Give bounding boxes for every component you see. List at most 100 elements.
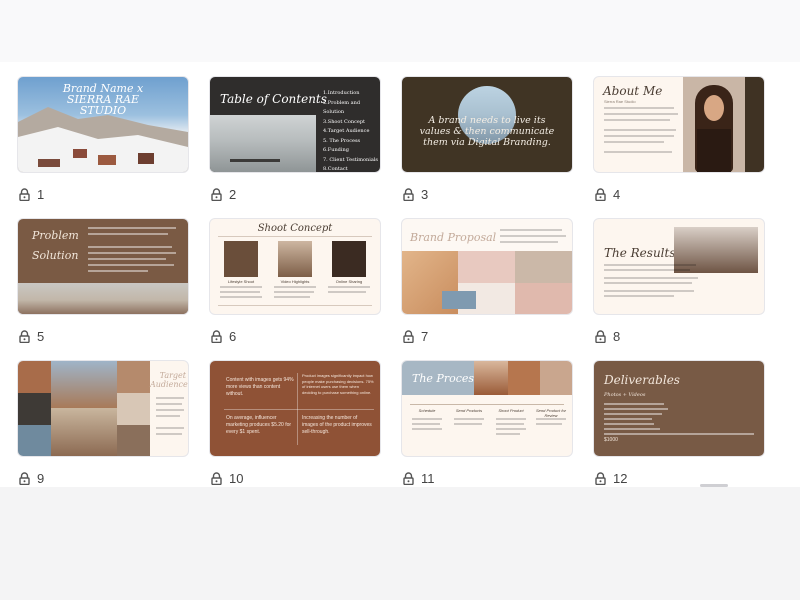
slide-card-9[interactable]: Target Audience 9 [17, 360, 189, 490]
slide-card-6[interactable]: Shoot Concept Lifestyle Shoot Video High… [209, 218, 381, 348]
toc-item: 6.Funding [323, 147, 349, 153]
slide-card-2[interactable]: Table of Contents 1.Introduction 2.Probl… [209, 76, 381, 206]
toc-item: 4.Target Audience [323, 128, 370, 134]
slide-title: Problem [32, 229, 79, 242]
toc-item: 5. The Process [323, 137, 361, 144]
collage-photo [18, 393, 51, 425]
lock-icon [209, 471, 223, 485]
slide-number: 2 [229, 186, 237, 202]
slide-thumbnail[interactable]: Table of Contents 1.Introduction 2.Probl… [209, 76, 381, 173]
stat-text: Product images significantly impact how … [302, 373, 374, 395]
slide-thumbnail[interactable]: Deliverables Photos + Videos $1000 [593, 360, 765, 457]
column-label: Lifestyle Shoot [227, 279, 255, 284]
slide-number: 11 [421, 470, 435, 486]
slide-thumbnail[interactable]: About Me Sierra Rae Studio [593, 76, 765, 173]
collage-photo [18, 425, 51, 456]
stat-text: Increasing the number of images of the p… [302, 415, 372, 435]
product-photo [674, 227, 758, 273]
slide-number: 5 [37, 328, 45, 344]
collage-photo [508, 361, 540, 395]
slide-card-5[interactable]: Problem Solution 5 [17, 218, 189, 348]
slide-card-11[interactable]: The Process Schedule Send Products Shoot… [401, 360, 573, 490]
portrait-photo [683, 77, 745, 172]
slide-thumbnail[interactable]: Target Audience [17, 360, 189, 457]
slide-title-2: Audience [150, 380, 188, 389]
collage-photo [117, 361, 150, 393]
collage-photo [458, 251, 515, 283]
step-label: Send Product for Review [535, 408, 567, 418]
slide-thumbnail[interactable]: Shoot Concept Lifestyle Shoot Video High… [209, 218, 381, 315]
slide-card-10[interactable]: Content with images gets 94% more views … [209, 360, 381, 490]
lock-icon [593, 471, 607, 485]
lock-icon [593, 187, 607, 201]
slide-thumbnail[interactable]: Content with images gets 94% more views … [209, 360, 381, 457]
collage-photo [51, 408, 117, 456]
slide-card-7[interactable]: Brand Proposal 7 [401, 218, 573, 348]
collage-photo [515, 251, 572, 283]
lock-icon [401, 329, 415, 343]
top-bar [0, 0, 800, 62]
slide-title: Shoot Concept [257, 223, 333, 234]
desert-photo [18, 283, 188, 314]
slide-number: 7 [421, 328, 429, 344]
slide-number: 1 [37, 186, 45, 202]
slide-card-3[interactable]: A brand needs to live its values & then … [401, 76, 573, 206]
price-text: $1000 [604, 437, 618, 443]
slide-thumbnail[interactable]: The Process Schedule Send Products Shoot… [401, 360, 573, 457]
slide-thumbnail[interactable]: Brand Proposal [401, 218, 573, 315]
slide-number: 12 [613, 470, 628, 486]
slide-title-2: Solution [32, 249, 79, 262]
step-label: Send Products [455, 408, 483, 413]
column-label: Video Highlights [280, 279, 310, 284]
toc-item: 2.Problem and Solution [323, 99, 361, 116]
slide-number: 10 [229, 470, 244, 486]
lake-photo [210, 115, 316, 172]
lock-icon [17, 187, 31, 201]
slide-number: 4 [613, 186, 621, 202]
slide-thumbnail[interactable]: A brand needs to live its values & then … [401, 76, 573, 173]
slide-quote: A brand needs to live its values & then … [419, 115, 555, 148]
slide-subtitle: Photos + Videos [604, 392, 646, 398]
toc-item: 8.Contact [323, 166, 348, 172]
collage-photo [51, 361, 117, 408]
slide-subtitle: Sierra Rae Studio [604, 99, 636, 104]
slide-title: The Process [412, 372, 480, 385]
collage-photo [117, 393, 150, 425]
column-label: Online Sharing [335, 279, 363, 284]
lock-icon [17, 329, 31, 343]
slide-card-12[interactable]: Deliverables Photos + Videos $1000 12 [593, 360, 765, 490]
lock-icon [209, 187, 223, 201]
slide-number: 8 [613, 328, 621, 344]
slide-title-3: STUDIO [79, 104, 127, 117]
collage-photo [18, 361, 51, 393]
step-label: Shoot Product [498, 408, 524, 413]
photo [278, 241, 312, 277]
photo [332, 241, 366, 277]
lock-icon [401, 471, 415, 485]
slide-card-8[interactable]: The Results: 8 [593, 218, 765, 348]
slide-title: The Results: [604, 246, 680, 260]
slide-thumbnail[interactable]: Problem Solution [17, 218, 189, 315]
collage-photo [117, 425, 150, 456]
slide-title: Brand Proposal [410, 231, 497, 244]
lock-icon [17, 471, 31, 485]
slide-title: Target [159, 371, 186, 380]
step-label: Schedule [418, 408, 436, 413]
slide-title: Deliverables [604, 373, 680, 387]
slide-card-1[interactable]: Brand Name x SIERRA RAE STUDIO 1 [17, 76, 189, 206]
toc-item: 1.Introduction [323, 90, 360, 96]
slide-title: About Me [603, 84, 663, 98]
slide-thumbnail[interactable]: The Results: [593, 218, 765, 315]
lock-icon [209, 329, 223, 343]
collage-photo [540, 361, 572, 395]
stat-text: Content with images gets 94% more views … [226, 377, 294, 397]
lock-icon [593, 329, 607, 343]
toc-item: 7. Client Testimonials [323, 156, 378, 163]
lock-icon [401, 187, 415, 201]
slide-number: 6 [229, 328, 237, 344]
slide-thumbnail[interactable]: Brand Name x SIERRA RAE STUDIO [17, 76, 189, 173]
photo [224, 241, 258, 277]
toc-item: 3.Shoot Concept [323, 118, 366, 125]
slide-card-4[interactable]: About Me Sierra Rae Studio 4 [593, 76, 765, 206]
slide-number: 3 [421, 186, 429, 202]
